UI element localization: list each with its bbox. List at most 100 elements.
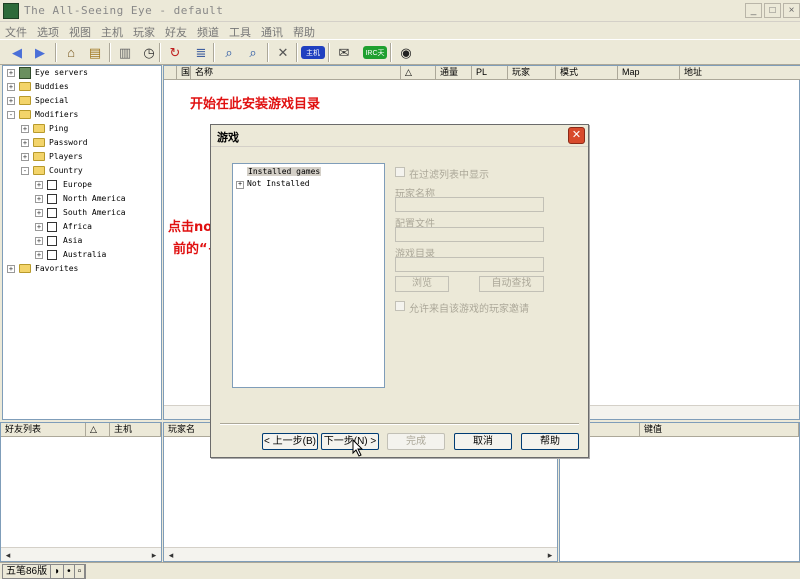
menu-item[interactable]: 视图	[64, 22, 96, 40]
server-rules-list[interactable]: 键值	[559, 422, 800, 562]
book-icon[interactable]: ▥	[114, 42, 136, 63]
menu-item[interactable]: 好友	[160, 22, 192, 40]
expand-icon[interactable]: +	[21, 153, 29, 161]
column-header[interactable]: 好友列表	[1, 423, 86, 437]
tree-item-installed-games[interactable]: Installed games	[247, 167, 322, 176]
tree-item[interactable]: + Password	[3, 136, 161, 150]
tree-item[interactable]: + North America	[3, 192, 161, 206]
tree-item[interactable]: + Favorites	[3, 262, 161, 276]
expand-icon[interactable]: +	[7, 265, 15, 273]
server-list-icon[interactable]: ≣	[190, 42, 212, 63]
column-header[interactable]: 名称	[191, 66, 401, 80]
filter-checkbox[interactable]	[47, 208, 57, 218]
expand-icon[interactable]: +	[35, 195, 43, 203]
expand-icon[interactable]: +	[35, 209, 43, 217]
browse-button[interactable]: 浏览	[395, 276, 449, 292]
find-player-icon[interactable]: ⌕	[242, 42, 264, 63]
filter-checkbox[interactable]	[47, 236, 57, 246]
column-header[interactable]: 键值	[640, 423, 799, 437]
expand-plus-icon[interactable]: +	[236, 181, 244, 189]
tree-item[interactable]: + Eye servers	[3, 66, 161, 80]
scroll-left-arrow-icon[interactable]: ◂	[2, 549, 14, 561]
tree-item[interactable]: + Asia	[3, 234, 161, 248]
show-in-filter-checkbox[interactable]	[395, 167, 405, 177]
scroll-left-arrow-icon[interactable]: ◂	[165, 549, 177, 561]
maximize-button[interactable]: □	[764, 3, 781, 18]
tree-item[interactable]: + Africa	[3, 220, 161, 234]
ime-toggle[interactable]: ▫	[75, 565, 86, 578]
tree-item[interactable]: + Australia	[3, 248, 161, 262]
tree-item[interactable]: + South America	[3, 206, 161, 220]
column-header[interactable]: 地址	[680, 66, 800, 80]
filter-checkbox[interactable]	[47, 180, 57, 190]
irc-icon[interactable]: IRC天	[363, 46, 387, 59]
expand-icon[interactable]: +	[35, 251, 43, 259]
cancel-button[interactable]: 取消	[454, 433, 512, 450]
tree-item[interactable]: + Players	[3, 150, 161, 164]
allow-invite-checkbox[interactable]	[395, 301, 405, 311]
filter-checkbox[interactable]	[47, 250, 57, 260]
finish-button[interactable]: 完成	[387, 433, 445, 450]
menu-item[interactable]: 通讯	[256, 22, 288, 40]
column-header[interactable]: Map	[618, 66, 680, 80]
column-header[interactable]: PL	[472, 66, 508, 80]
refresh-icon[interactable]: ↻	[164, 42, 186, 63]
folder-open-icon[interactable]: ▤	[84, 42, 106, 63]
tree-item[interactable]: + Europe	[3, 178, 161, 192]
tools-icon[interactable]: ✕	[272, 42, 294, 63]
back-icon[interactable]: ◀	[6, 42, 28, 63]
filter-checkbox[interactable]	[47, 222, 57, 232]
expand-icon[interactable]: +	[35, 181, 43, 189]
ime-toggle[interactable]: ◗	[51, 565, 65, 578]
close-button[interactable]: ×	[783, 3, 800, 18]
scroll-right-arrow-icon[interactable]: ▸	[148, 549, 160, 561]
menu-item[interactable]: 主机	[96, 22, 128, 40]
expand-icon[interactable]: +	[7, 83, 15, 91]
buddy-list[interactable]: ◂ ▸ 好友列表 △ 主机	[0, 422, 162, 562]
menu-item[interactable]: 玩家	[128, 22, 160, 40]
column-header[interactable]: 通量	[436, 66, 472, 80]
collapse-icon[interactable]: -	[7, 111, 15, 119]
ime-mode[interactable]: 五笔86版	[3, 565, 52, 578]
game-dir-field[interactable]	[395, 257, 544, 272]
menu-item[interactable]: 文件	[0, 22, 32, 40]
column-header[interactable]: 玩家	[508, 66, 556, 80]
tree-item[interactable]: + Buddies	[3, 80, 161, 94]
expand-icon[interactable]: +	[21, 125, 29, 133]
auto-find-button[interactable]: 自动查找	[479, 276, 544, 292]
host-icon[interactable]: 主机	[301, 46, 325, 59]
expand-icon[interactable]: +	[7, 97, 15, 105]
stopwatch-icon[interactable]: ◷	[138, 42, 160, 63]
home-icon[interactable]: ⌂	[60, 42, 82, 63]
expand-icon[interactable]: +	[7, 69, 15, 77]
game-name-field[interactable]	[395, 197, 544, 212]
expand-icon[interactable]: +	[21, 139, 29, 147]
config-file-field[interactable]	[395, 227, 544, 242]
minimize-button[interactable]: _	[745, 3, 762, 18]
expand-icon[interactable]: +	[35, 237, 43, 245]
menu-item[interactable]: 选项	[32, 22, 64, 40]
tree-item[interactable]: + Special	[3, 94, 161, 108]
help-button[interactable]: 帮助	[521, 433, 579, 450]
column-header[interactable]: △	[86, 423, 110, 437]
ime-toggle[interactable]: •	[64, 565, 75, 578]
eye-icon[interactable]: ◉	[395, 42, 417, 63]
games-tree[interactable]: Installed games + Not Installed	[232, 163, 385, 388]
buddy-list-hscroll[interactable]: ◂ ▸	[1, 547, 161, 561]
player-list-hscroll[interactable]: ◂ ▸	[164, 547, 557, 561]
column-header[interactable]: △	[401, 66, 436, 80]
dialog-close-icon[interactable]: ✕	[568, 127, 585, 144]
tree-item[interactable]: - Modifiers	[3, 108, 161, 122]
column-header[interactable]	[164, 66, 177, 80]
tree-item-not-installed[interactable]: Not Installed	[247, 179, 310, 188]
back-button[interactable]: < 上一步(B)	[262, 433, 318, 450]
ime-toolbar[interactable]: 五笔86版 ◗ • ▫	[2, 564, 87, 579]
tree-item[interactable]: - Country	[3, 164, 161, 178]
menu-item[interactable]: 工具	[224, 22, 256, 40]
server-tree[interactable]: + Eye servers + Buddies + Special - Modifiers + P…	[2, 65, 162, 420]
mail-icon[interactable]: ✉	[333, 42, 355, 63]
column-header[interactable]: 国	[177, 66, 191, 80]
filter-checkbox[interactable]	[47, 194, 57, 204]
column-header[interactable]: 模式	[556, 66, 618, 80]
next-button[interactable]: 下一步(N) >	[321, 433, 379, 450]
